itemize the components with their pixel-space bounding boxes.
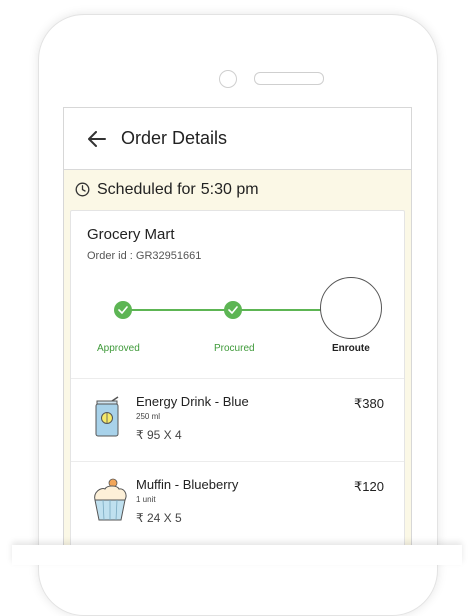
back-arrow-icon[interactable] (86, 128, 108, 150)
phone-camera (219, 70, 237, 88)
item-name: Energy Drink - Blue (136, 394, 249, 409)
item-quantity: 1 unit (136, 495, 156, 504)
item-price-calc: ₹ 95 X 4 (136, 428, 182, 442)
order-content: Scheduled for 5:30 pm Grocery Mart Order… (64, 170, 411, 558)
phone-speaker (254, 72, 324, 85)
schedule-label: Scheduled for (97, 180, 196, 198)
step-enroute-circle (320, 277, 382, 339)
app-screen: Order Details Scheduled for 5:30 pm Groc… (63, 107, 412, 558)
list-item[interactable]: Muffin - Blueberry 1 unit ₹ 24 X 5 ₹120 (71, 461, 404, 544)
step-approved-check-icon (114, 301, 132, 319)
schedule-time: 5:30 pm (200, 180, 259, 198)
tracker-line-procured-enroute (233, 309, 321, 311)
item-name: Muffin - Blueberry (136, 477, 239, 492)
item-quantity: 250 ml (136, 412, 161, 421)
item-total-price: ₹380 (354, 396, 384, 411)
app-bar: Order Details (64, 108, 411, 170)
step-procured-check-icon (224, 301, 242, 319)
energy-drink-can-icon (91, 395, 129, 441)
order-id: Order id : GR32951661 (87, 250, 202, 262)
item-total-price: ₹120 (354, 479, 384, 494)
step-label-approved: Approved (97, 343, 140, 354)
page-title: Order Details (121, 128, 228, 148)
schedule-banner: Scheduled for 5:30 pm (64, 170, 411, 209)
store-name: Grocery Mart (87, 226, 175, 243)
item-price-calc: ₹ 24 X 5 (136, 511, 182, 525)
list-item[interactable]: Energy Drink - Blue 250 ml ₹ 95 X 4 ₹380 (71, 378, 404, 461)
step-label-enroute: Enroute (332, 343, 370, 354)
tracker-line-approved-procured (123, 309, 233, 311)
phone-shadow-divider (12, 545, 462, 565)
muffin-icon (91, 478, 129, 524)
order-card: Grocery Mart Order id : GR32951661 Appro… (70, 210, 405, 558)
clock-icon (75, 182, 90, 197)
order-tracker: Approved Procured Enroute (71, 271, 404, 361)
step-label-procured: Procured (214, 343, 255, 354)
